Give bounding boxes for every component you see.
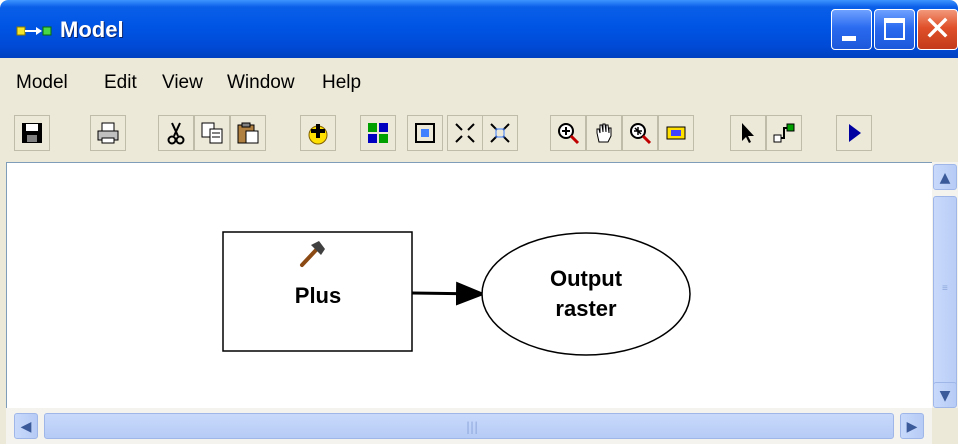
horizontal-scrollbar[interactable]: ◀ ||| ▶	[6, 408, 932, 444]
fixed-zoom-in-button[interactable]	[447, 115, 483, 151]
menu-view[interactable]: View	[162, 72, 203, 94]
select-button[interactable]	[730, 115, 766, 151]
model-app-icon	[16, 26, 52, 36]
fixed-zoom-out-icon	[490, 123, 510, 143]
zoom-in-button[interactable]	[550, 115, 586, 151]
connect-icon	[773, 123, 795, 143]
save-icon	[22, 123, 42, 143]
model-diagram	[222, 231, 691, 356]
cut-button[interactable]	[158, 115, 194, 151]
add-data-icon	[308, 124, 328, 145]
menu-help[interactable]: Help	[322, 72, 361, 94]
output-raster-label-line1: Output	[549, 266, 623, 291]
grip-icon: ≡	[942, 283, 948, 294]
run-button[interactable]	[836, 115, 872, 151]
overview-button[interactable]	[658, 115, 694, 151]
connect-button[interactable]	[766, 115, 802, 151]
paste-button[interactable]	[230, 115, 266, 151]
scroll-left-button[interactable]: ◀	[14, 413, 38, 439]
output-raster-node[interactable]	[481, 232, 691, 356]
minimize-icon	[842, 36, 856, 41]
close-icon: ✕	[923, 9, 952, 49]
output-raster-label-line2: raster	[555, 296, 617, 321]
minimize-button[interactable]	[831, 9, 872, 50]
resize-grip[interactable]	[932, 408, 958, 444]
horizontal-scroll-thumb[interactable]: |||	[44, 413, 894, 439]
full-extent-button[interactable]	[407, 115, 443, 151]
menu-edit[interactable]: Edit	[104, 72, 137, 94]
zoom-out-button[interactable]	[622, 115, 658, 151]
zoom-out-icon	[630, 123, 652, 145]
title-bar[interactable]: Model ✕	[0, 0, 958, 58]
arrow-pointer-icon	[742, 123, 754, 143]
run-icon	[849, 124, 861, 142]
print-button[interactable]	[90, 115, 126, 151]
paste-icon	[237, 122, 259, 144]
plus-tool-label: Plus	[294, 283, 342, 308]
save-button[interactable]	[14, 115, 50, 151]
maximize-button[interactable]	[874, 9, 915, 50]
connector-arrow[interactable]	[411, 281, 486, 306]
zoom-in-icon	[558, 123, 580, 145]
fixed-zoom-out-button[interactable]	[482, 115, 518, 151]
vertical-scroll-thumb[interactable]: ≡	[933, 196, 957, 390]
print-icon	[97, 122, 119, 144]
copy-icon	[201, 122, 223, 144]
add-data-button[interactable]	[300, 115, 336, 151]
overview-icon	[666, 126, 686, 140]
pan-button[interactable]	[586, 115, 622, 151]
scroll-up-button[interactable]: ▲	[933, 164, 957, 190]
pan-hand-icon	[596, 123, 612, 143]
auto-layout-button[interactable]	[360, 115, 396, 151]
menu-window[interactable]: Window	[227, 72, 295, 94]
menu-bar: Model Edit View Window Help	[0, 64, 958, 104]
model-window: Model ✕ Model Edit View Window Help Plus…	[0, 0, 958, 444]
scroll-right-button[interactable]: ▶	[900, 413, 924, 439]
menu-model[interactable]: Model	[16, 72, 68, 94]
copy-button[interactable]	[194, 115, 230, 151]
fixed-zoom-in-icon	[455, 123, 475, 143]
scroll-down-button[interactable]: ▼	[933, 382, 957, 408]
cut-icon	[167, 122, 185, 145]
full-extent-icon	[415, 123, 435, 143]
layout-icon	[368, 123, 388, 143]
model-canvas[interactable]: Plus Output raster	[6, 162, 933, 409]
grip-icon: |||	[466, 420, 479, 434]
vertical-scrollbar[interactable]: ▲ ≡ ▼	[932, 162, 958, 408]
toolbar	[10, 110, 958, 156]
close-button[interactable]: ✕	[917, 9, 958, 50]
window-title: Model	[60, 17, 124, 42]
maximize-icon	[884, 18, 905, 40]
